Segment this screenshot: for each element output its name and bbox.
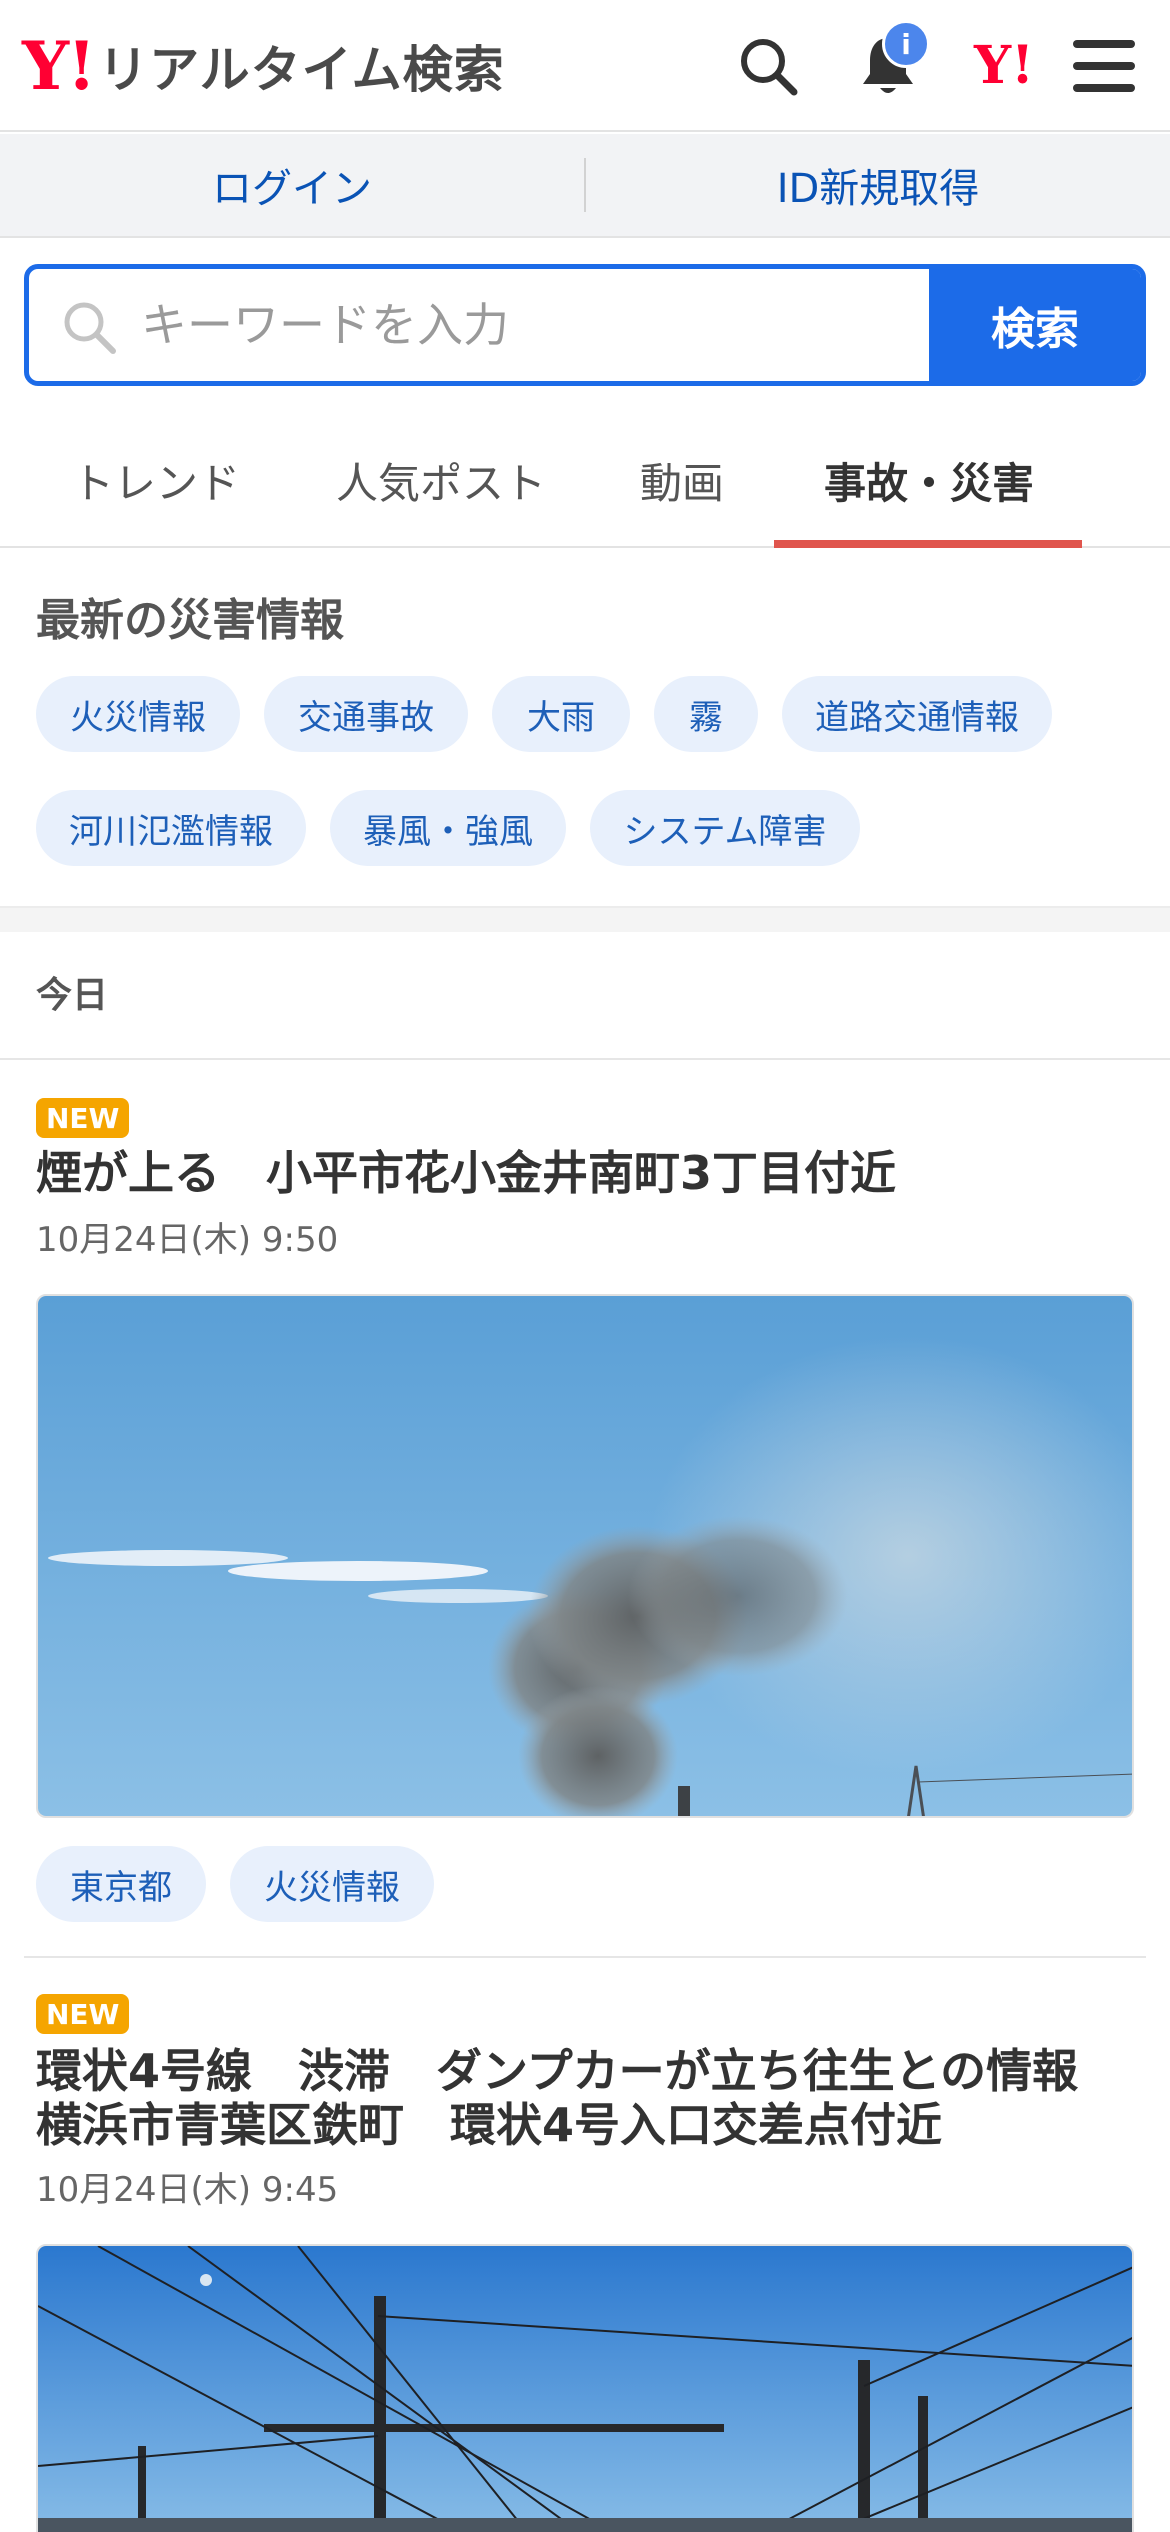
tab-accidents-disasters[interactable]: 事故・災害 bbox=[824, 412, 1034, 548]
powerline-photo bbox=[38, 2246, 1132, 2532]
section-title: 最新の災害情報 bbox=[36, 595, 344, 646]
article-title-line1[interactable]: 環状4号線 渋滞 ダンプカーが立ち往生との情報 bbox=[36, 2044, 1078, 2098]
chip-system-failure[interactable]: システム障害 bbox=[590, 790, 860, 866]
chip-traffic-accident[interactable]: 交通事故 bbox=[264, 676, 468, 752]
article-date: 10月24日(木) 9:50 bbox=[36, 1220, 339, 1260]
new-badge: NEW bbox=[36, 1098, 130, 1138]
chip-storm[interactable]: 暴風・強風 bbox=[330, 790, 566, 866]
search-box: 検索 bbox=[24, 264, 1146, 386]
new-badge: NEW bbox=[36, 1994, 130, 2034]
article-image[interactable] bbox=[36, 1294, 1134, 1818]
app-header: Y! リアルタイム検索 i Y! bbox=[0, 0, 1170, 132]
register-link[interactable]: ID新規取得 bbox=[586, 156, 1170, 214]
article-divider bbox=[24, 1956, 1146, 1958]
notification-button[interactable]: i bbox=[850, 20, 930, 104]
chip-road-traffic[interactable]: 道路交通情報 bbox=[782, 676, 1052, 752]
chip-river-flood[interactable]: 河川氾濫情報 bbox=[36, 790, 306, 866]
day-header: 今日 bbox=[36, 975, 109, 1016]
smoke-photo bbox=[38, 1296, 1132, 1816]
section-divider bbox=[0, 906, 1170, 932]
active-tab-indicator bbox=[774, 540, 1082, 548]
search-button[interactable]: 検索 bbox=[929, 269, 1141, 381]
yahoo-japan-icon[interactable]: Y! bbox=[966, 28, 1042, 104]
yahoo-realtime-logo[interactable]: Y! リアルタイム検索 bbox=[22, 30, 505, 102]
search-icon[interactable] bbox=[730, 28, 806, 104]
chip-fire[interactable]: 火災情報 bbox=[36, 676, 240, 752]
article-title[interactable]: 煙が上る 小平市花小金井南町3丁目付近 bbox=[36, 1146, 896, 1200]
tag-tokyo[interactable]: 東京都 bbox=[36, 1846, 206, 1922]
category-tabs: トレンド 人気ポスト 動画 事故・災害 bbox=[0, 412, 1170, 548]
search-field bbox=[29, 269, 929, 381]
login-bar: ログイン ID新規取得 bbox=[0, 134, 1170, 238]
article-date: 10月24日(木) 9:45 bbox=[36, 2170, 339, 2210]
tag-fire[interactable]: 火災情報 bbox=[230, 1846, 434, 1922]
login-link[interactable]: ログイン bbox=[0, 156, 584, 214]
chip-fog[interactable]: 霧 bbox=[654, 676, 758, 752]
yj-mark: Y! bbox=[974, 35, 1034, 96]
chip-heavy-rain[interactable]: 大雨 bbox=[492, 676, 630, 752]
notification-badge: i bbox=[882, 20, 930, 68]
tab-popular-posts[interactable]: 人気ポスト bbox=[336, 412, 546, 548]
article-title-line2[interactable]: 横浜市青葉区鉄町 環状4号入口交差点付近 bbox=[36, 2098, 942, 2152]
article-image[interactable] bbox=[36, 2244, 1134, 2532]
tab-videos[interactable]: 動画 bbox=[640, 412, 724, 548]
tab-trend[interactable]: トレンド bbox=[72, 412, 240, 548]
app-title: リアルタイム検索 bbox=[98, 41, 505, 99]
search-icon bbox=[64, 302, 116, 354]
day-divider bbox=[0, 1058, 1170, 1060]
hamburger-menu-icon[interactable] bbox=[1066, 28, 1142, 104]
yahoo-logo-mark: Y! bbox=[22, 27, 96, 105]
search-input[interactable] bbox=[29, 269, 929, 381]
